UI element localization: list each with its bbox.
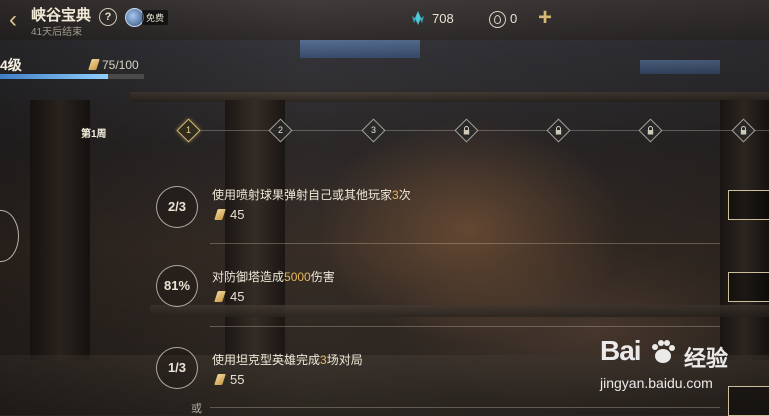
level-progress-text: 75/100: [102, 58, 139, 72]
end-countdown: 41天后结束: [31, 27, 83, 38]
top-bar: ‹ 峡谷宝典 41天后结束 ? 免费 708 0 +: [0, 0, 769, 42]
task-action-button[interactable]: [728, 190, 769, 220]
lock-icon: [647, 126, 654, 135]
task-reward: 45: [230, 207, 245, 222]
free-pass-badge[interactable]: 免费: [125, 7, 169, 27]
week-node-label: 1: [185, 125, 191, 135]
task-progress-badge: 81%: [156, 265, 198, 307]
help-icon[interactable]: ?: [99, 8, 117, 26]
level-progress-fill: [0, 74, 108, 79]
task-description: 使用坦克型英雄完成3场对局: [212, 353, 363, 367]
task-divider: [210, 243, 720, 244]
gem-icon: [412, 11, 424, 25]
coupon-icon: [489, 11, 506, 28]
task-divider: [210, 326, 720, 327]
lock-icon: [740, 126, 747, 135]
task-divider: [210, 407, 720, 408]
level-label: 4级: [0, 57, 22, 73]
add-currency-button[interactable]: +: [536, 6, 554, 30]
back-button[interactable]: ‹: [2, 7, 24, 33]
baidu-watermark: Bai 经验 jingyan.baidu.com: [600, 335, 760, 405]
week-node-label: 3: [370, 125, 376, 135]
paw-icon: [652, 340, 675, 363]
watermark-logo-text: Bai: [600, 335, 642, 366]
week-node-label: 2: [277, 125, 283, 135]
task-progress-badge: 1/3: [156, 347, 198, 389]
gem-count: 708: [432, 11, 454, 26]
task-action-button[interactable]: [728, 272, 769, 302]
lock-icon: [555, 126, 562, 135]
week-label: 第1周: [81, 129, 107, 140]
task-reward: 45: [230, 289, 245, 304]
or-separator: 或: [191, 403, 202, 415]
lock-icon: [463, 126, 470, 135]
page-title: 峡谷宝典: [31, 7, 92, 24]
task-progress-badge: 2/3: [156, 186, 198, 228]
task-description: 对防御塔造成5000伤害: [212, 270, 335, 284]
watermark-url: jingyan.baidu.com: [600, 375, 713, 391]
task-description: 使用喷射球果弹射自己或其他玩家3次: [212, 188, 411, 202]
watermark-brand: 经验: [684, 346, 729, 371]
free-badge-label: 免费: [142, 9, 169, 25]
task-reward: 55: [230, 372, 245, 387]
level-progress-bar: [0, 74, 144, 79]
coupon-count: 0: [510, 11, 518, 26]
